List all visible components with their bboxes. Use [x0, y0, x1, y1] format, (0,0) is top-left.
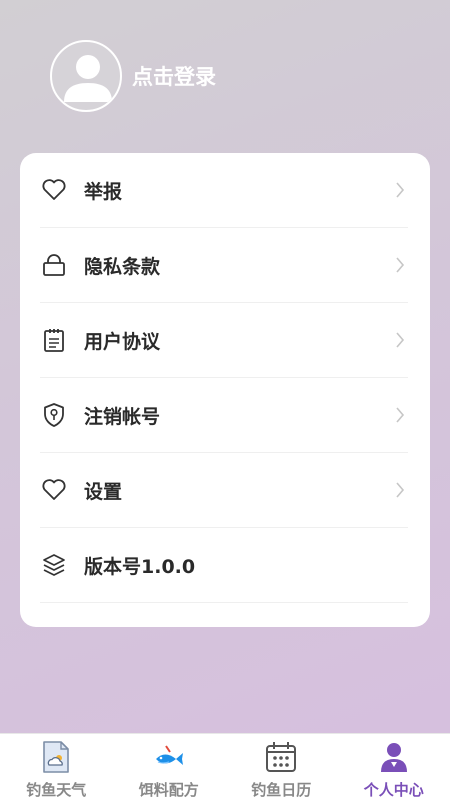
chevron-right-icon: [392, 480, 408, 500]
tab-personal-center[interactable]: 个人中心: [338, 734, 450, 800]
heart-icon: [40, 476, 68, 504]
version-label: 版本号1.0.0: [84, 555, 196, 578]
menu-item-delete-account[interactable]: 注销帐号: [40, 378, 408, 453]
tab-fishing-weather[interactable]: 钓鱼天气: [0, 734, 113, 800]
tab-label: 个人中心: [363, 781, 424, 799]
login-area[interactable]: 点击登录: [50, 40, 216, 112]
menu-item-label: 设置: [84, 480, 123, 503]
menu-item-report[interactable]: 举报: [40, 153, 408, 228]
clipboard-icon: [40, 326, 68, 354]
menu-item-settings[interactable]: 设置: [40, 453, 408, 528]
shield-key-icon: [40, 401, 68, 429]
calendar-icon: [263, 739, 299, 775]
default-avatar-icon: [64, 55, 112, 102]
menu-item-agreement[interactable]: 用户协议: [40, 303, 408, 378]
chevron-right-icon: [392, 180, 408, 200]
tab-label: 饵料配方: [138, 781, 199, 799]
person-icon: [376, 739, 412, 775]
menu-card: 举报 隐私条款 用户协议 注销帐号 设置 版本号1.0.0: [20, 153, 430, 627]
layers-icon: [40, 551, 68, 579]
menu-item-privacy[interactable]: 隐私条款: [40, 228, 408, 303]
tab-bait-recipe[interactable]: 饵料配方: [113, 734, 226, 800]
tab-label: 钓鱼日历: [251, 781, 312, 799]
avatar[interactable]: [50, 40, 122, 112]
chevron-right-icon: [392, 255, 408, 275]
login-text[interactable]: 点击登录: [132, 61, 216, 91]
bottom-tab-bar: 钓鱼天气 饵料配方 钓鱼日历 个人中心: [0, 733, 450, 800]
menu-item-label: 用户协议: [84, 330, 161, 353]
tab-fishing-calendar[interactable]: 钓鱼日历: [225, 734, 338, 800]
lock-icon: [40, 251, 68, 279]
tab-label: 钓鱼天气: [26, 781, 87, 799]
chevron-right-icon: [392, 405, 408, 425]
menu-item-label: 隐私条款: [84, 255, 161, 278]
fish-icon: [151, 739, 187, 775]
menu-item-version: 版本号1.0.0: [40, 528, 408, 603]
weather-file-icon: [38, 739, 74, 775]
menu-item-label: 举报: [84, 180, 123, 203]
menu-item-label: 注销帐号: [84, 405, 161, 428]
chevron-right-icon: [392, 330, 408, 350]
heart-icon: [40, 176, 68, 204]
